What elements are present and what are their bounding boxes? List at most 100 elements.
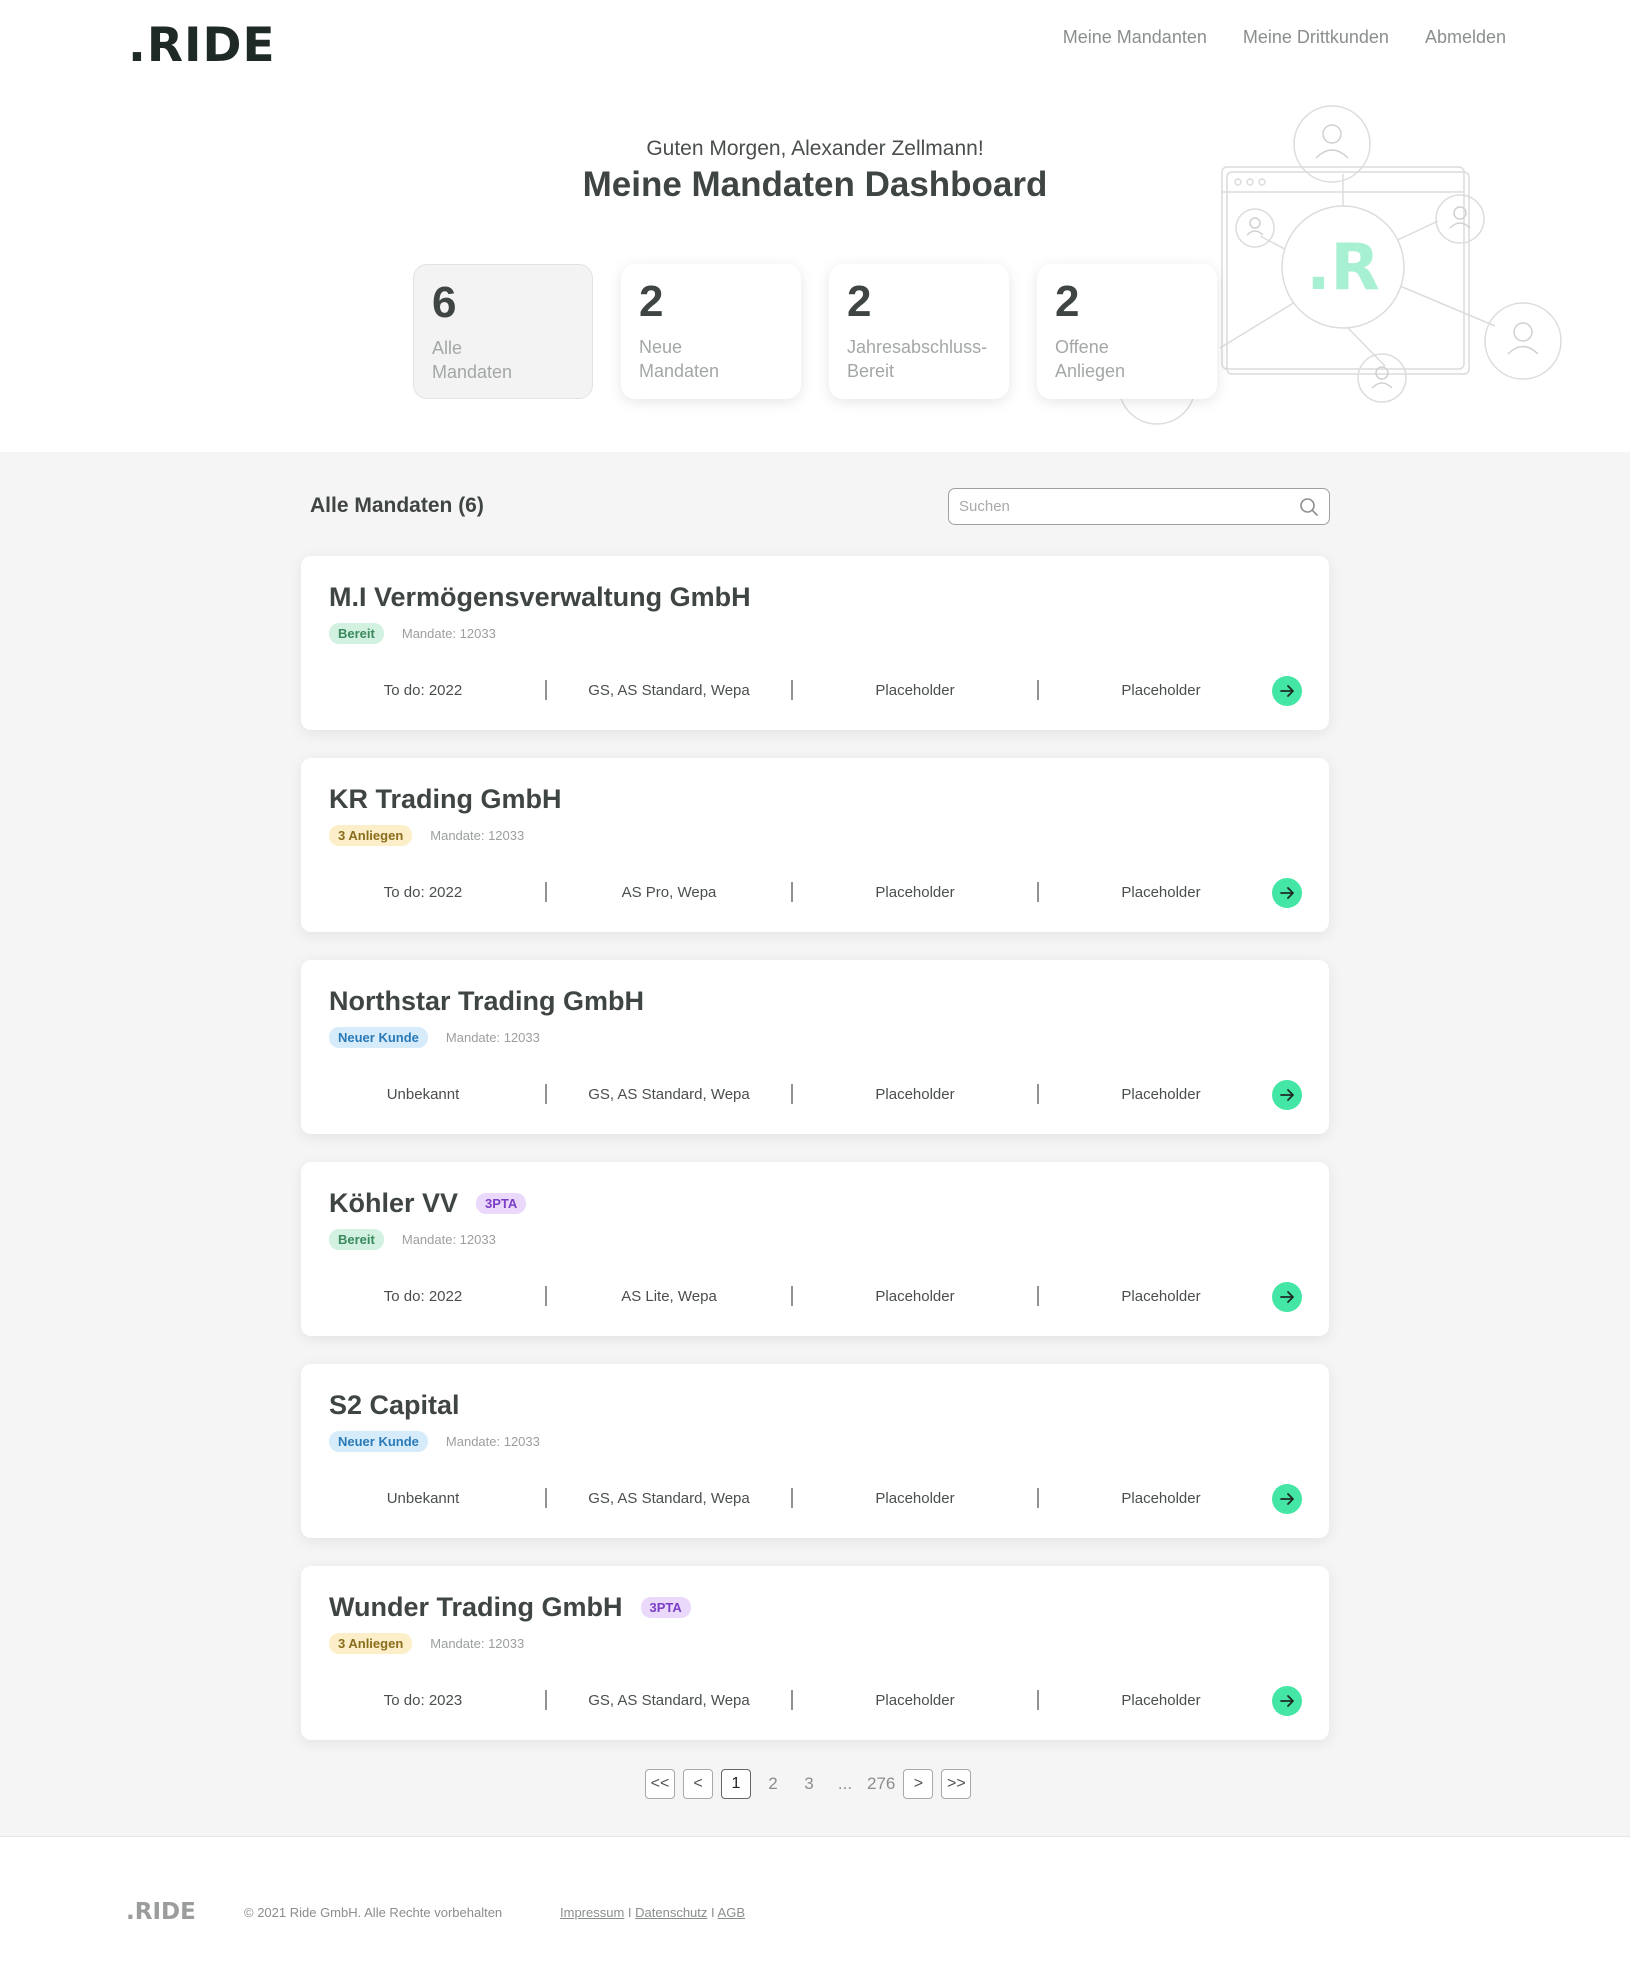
page-2[interactable]: 2 xyxy=(759,1774,787,1794)
search-input[interactable] xyxy=(959,498,1299,515)
detail-placeholder: Placeholder xyxy=(875,1287,955,1305)
stat-value: 2 xyxy=(847,277,872,326)
detail-todo: Unbekannt xyxy=(386,1085,460,1103)
mandate-details: To do: 2022 GS, AS Standard, Wepa Placeh… xyxy=(301,678,1329,702)
mandate-card[interactable]: Wunder Trading GmbH 3PTA 3 Anliegen Mand… xyxy=(301,1566,1329,1740)
ride-logo[interactable]: .RIDE xyxy=(128,18,276,73)
open-mandate-button[interactable] xyxy=(1272,878,1302,908)
mandate-card[interactable]: M.I Vermögensverwaltung GmbH Bereit Mand… xyxy=(301,556,1329,730)
open-mandate-button[interactable] xyxy=(1272,1080,1302,1110)
mandate-number: Mandate: 12033 xyxy=(445,1434,540,1449)
detail-products: GS, AS Standard, Wepa xyxy=(588,1691,750,1709)
detail-todo: To do: 2023 xyxy=(383,1691,463,1709)
open-mandate-button[interactable] xyxy=(1272,1686,1302,1716)
detail-products: GS, AS Standard, Wepa xyxy=(588,681,750,699)
stat-label: Offene Anliegen xyxy=(1055,337,1126,381)
mandate-card[interactable]: S2 Capital Neuer Kunde Mandate: 12033 Un… xyxy=(301,1364,1329,1538)
mandate-title: M.I Vermögensverwaltung GmbH xyxy=(329,582,751,612)
copyright: © 2021 Ride GmbH. Alle Rechte vorbehalte… xyxy=(244,1905,503,1920)
mandate-details: To do: 2022 AS Lite, Wepa Placeholder Pl… xyxy=(301,1284,1329,1308)
stat-card-alle-mandaten[interactable]: 6 Alle Mandaten xyxy=(413,264,593,399)
first-page-button[interactable]: << xyxy=(645,1769,675,1799)
list-header: Alle Mandaten (6) xyxy=(310,494,484,517)
main-nav: Meine Mandanten Meine Drittkunden Abmeld… xyxy=(1063,27,1506,48)
mandate-details: Unbekannt GS, AS Standard, Wepa Placehol… xyxy=(301,1082,1329,1106)
detail-placeholder: Placeholder xyxy=(1121,883,1201,901)
open-mandate-button[interactable] xyxy=(1272,676,1302,706)
arrow-right-icon xyxy=(1280,685,1294,697)
stat-label: Jahresabschluss- Bereit xyxy=(847,337,988,381)
mandate-number: Mandate: 12033 xyxy=(445,1030,540,1045)
open-mandate-button[interactable] xyxy=(1272,1484,1302,1514)
arrow-right-icon xyxy=(1280,1089,1294,1101)
footer-logo[interactable]: .RIDE xyxy=(126,1899,196,1925)
last-page-button[interactable]: >> xyxy=(941,1769,972,1799)
arrow-right-icon xyxy=(1280,887,1294,899)
stat-value: 6 xyxy=(432,278,457,327)
stat-label: Neue Mandaten xyxy=(639,337,720,381)
page-last-number[interactable]: 276 xyxy=(867,1774,895,1794)
detail-placeholder: Placeholder xyxy=(875,883,955,901)
detail-products: GS, AS Standard, Wepa xyxy=(588,1489,750,1507)
status-badge: Neuer Kunde xyxy=(329,1431,428,1452)
detail-placeholder: Placeholder xyxy=(1121,681,1201,699)
detail-placeholder: Placeholder xyxy=(1121,1691,1201,1709)
link-agb[interactable]: AGB xyxy=(718,1905,745,1920)
detail-products: AS Pro, Wepa xyxy=(621,883,717,901)
detail-placeholder: Placeholder xyxy=(875,1085,955,1103)
nav-meine-mandanten[interactable]: Meine Mandanten xyxy=(1063,27,1207,48)
mandate-title: Northstar Trading GmbH xyxy=(329,986,645,1016)
mandate-title: Köhler VV xyxy=(329,1188,459,1218)
status-badge: 3 Anliegen xyxy=(329,1633,413,1654)
illustration-logo: .R xyxy=(1306,231,1380,305)
mandate-title: KR Trading GmbH xyxy=(329,784,562,814)
page-3[interactable]: 3 xyxy=(795,1774,823,1794)
stat-card-jahresabschluss-bereit[interactable]: 2 Jahresabschluss- Bereit xyxy=(829,264,1009,399)
stat-value: 2 xyxy=(639,277,664,326)
arrow-right-icon xyxy=(1280,1291,1294,1303)
mandate-number: Mandate: 12033 xyxy=(430,828,525,843)
stat-value: 2 xyxy=(1055,277,1080,326)
top-section: .RIDE Meine Mandanten Meine Drittkunden … xyxy=(0,0,1630,452)
prev-page-button[interactable]: < xyxy=(683,1769,713,1799)
stat-card-offene-anliegen[interactable]: 2 Offene Anliegen xyxy=(1037,264,1217,399)
next-page-button[interactable]: > xyxy=(903,1769,934,1799)
link-separator: I xyxy=(624,1905,636,1920)
page-current[interactable]: 1 xyxy=(721,1769,751,1799)
arrow-right-icon xyxy=(1280,1493,1294,1505)
mandate-number: Mandate: 12033 xyxy=(401,1232,496,1247)
stats-row: 6 Alle Mandaten 2 Neue Mandaten 2 Jahresab… xyxy=(413,264,1217,399)
nav-meine-drittkunden[interactable]: Meine Drittkunden xyxy=(1243,27,1389,48)
detail-placeholder: Placeholder xyxy=(875,1691,955,1709)
mandate-details: To do: 2023 GS, AS Standard, Wepa Placeh… xyxy=(301,1688,1329,1712)
mandate-card[interactable]: Köhler VV 3PTA Bereit Mandate: 12033 To … xyxy=(301,1162,1329,1336)
detail-todo: Unbekannt xyxy=(386,1489,460,1507)
stat-card-neue-mandaten[interactable]: 2 Neue Mandaten xyxy=(621,264,801,399)
status-badge: 3 Anliegen xyxy=(329,825,413,846)
stat-label: Alle Mandaten xyxy=(432,338,513,382)
pagination: << < 1 2 3 ... 276 > >> xyxy=(645,1769,972,1799)
page-ellipsis: ... xyxy=(837,1774,853,1793)
link-separator: I xyxy=(707,1905,718,1920)
mandate-details: Unbekannt GS, AS Standard, Wepa Placehol… xyxy=(301,1486,1329,1510)
arrow-right-icon xyxy=(1280,1695,1294,1707)
status-badge: Neuer Kunde xyxy=(329,1027,428,1048)
mandate-number: Mandate: 12033 xyxy=(430,1636,525,1651)
mandate-title: S2 Capital xyxy=(329,1390,460,1420)
mandate-card[interactable]: KR Trading GmbH 3 Anliegen Mandate: 1203… xyxy=(301,758,1329,932)
detail-placeholder: Placeholder xyxy=(1121,1287,1201,1305)
nav-abmelden[interactable]: Abmelden xyxy=(1425,27,1506,48)
link-datenschutz[interactable]: Datenschutz xyxy=(635,1905,707,1920)
detail-placeholder: Placeholder xyxy=(1121,1489,1201,1507)
tag-badge: 3PTA xyxy=(640,1597,691,1618)
detail-products: GS, AS Standard, Wepa xyxy=(588,1085,750,1103)
mandate-card[interactable]: Northstar Trading GmbH Neuer Kunde Manda… xyxy=(301,960,1329,1134)
detail-todo: To do: 2022 xyxy=(383,1287,463,1305)
link-impressum[interactable]: Impressum xyxy=(560,1905,624,1920)
search-icon[interactable] xyxy=(1299,497,1319,517)
mandate-title: Wunder Trading GmbH xyxy=(329,1592,623,1622)
open-mandate-button[interactable] xyxy=(1272,1282,1302,1312)
status-badge: Bereit xyxy=(329,1229,384,1250)
detail-placeholder: Placeholder xyxy=(875,1489,955,1507)
mandate-details: To do: 2022 AS Pro, Wepa Placeholder Pla… xyxy=(301,880,1329,904)
